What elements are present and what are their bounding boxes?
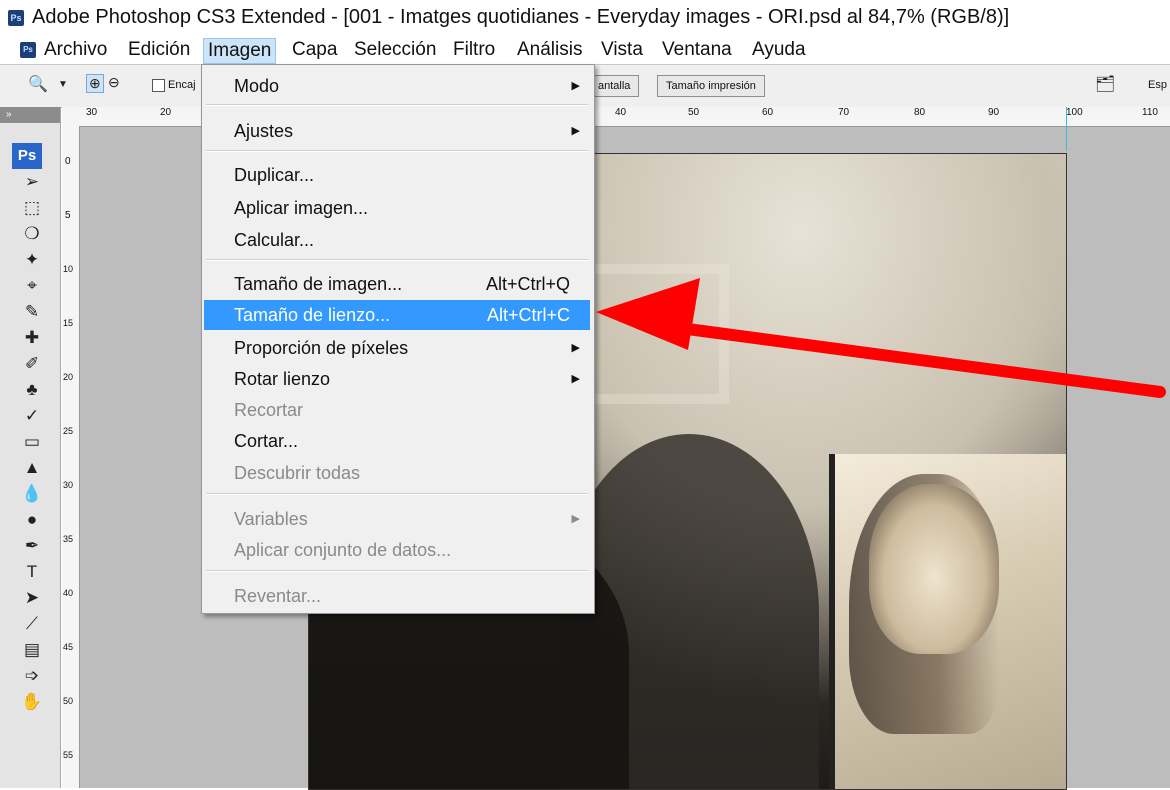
imagen-menu: Modo ▶ Ajustes ▶ Duplicar... Aplicar ima… [201,64,595,614]
ruler-label: 50 [63,696,74,706]
resize-windows-label: Encaj [168,79,196,91]
menu-item-proporcion-pixeles[interactable]: Proporción de píxeles ▶ [204,333,590,363]
ruler-label: 5 [65,210,71,221]
menu-item-rotar-lienzo[interactable]: Rotar lienzo ▶ [204,364,590,394]
menu-item-duplicar[interactable]: Duplicar... [204,160,590,190]
menu-item-ajustes[interactable]: Ajustes ▶ [204,116,590,146]
pen-icon[interactable]: ✒ [12,533,52,559]
guide-line[interactable] [1066,107,1067,151]
menu-item-tamano-imagen[interactable]: Tamaño de imagen... Alt+Ctrl+Q [204,269,590,299]
paint-bucket-icon[interactable]: ▲ [12,455,52,481]
zoom-in-icon[interactable]: ⊕ [86,74,104,93]
ruler-label: 30 [86,107,98,118]
toolbox: » Ps ➢ ⬚ ❍ ✦ ⌖ ✎ ✚ ✐ ♣ ✓ ▭ ▲ 💧 ● ✒ T ➤ ⟋… [0,107,61,788]
print-size-button[interactable]: Tamaño impresión [657,75,765,97]
menu-capa[interactable]: Capa [288,38,341,62]
submenu-arrow-icon: ▶ [571,373,580,385]
ruler-label: 55 [63,750,74,760]
ruler-label: 90 [988,107,1000,118]
menu-item-calcular[interactable]: Calcular... [204,225,590,255]
marquee-icon[interactable]: ⬚ [12,195,52,221]
ruler-label: 40 [63,588,74,598]
type-icon[interactable]: T [12,559,52,585]
submenu-arrow-icon: ▶ [571,513,580,525]
menu-item-reventar: Reventar... [234,586,322,606]
hand-icon[interactable]: ✋ [12,689,52,715]
menu-bar: Ps Archivo Edición Imagen Capa Selección… [0,36,1170,64]
ruler-label: 10 [63,264,74,274]
move-icon[interactable]: ➢ [12,169,52,195]
path-select-icon[interactable]: ➤ [12,585,52,611]
brush-icon[interactable]: ✐ [12,351,52,377]
menu-analisis[interactable]: Análisis [513,38,586,62]
ruler-label: 60 [762,107,774,118]
magic-wand-icon[interactable]: ✦ [12,247,52,273]
ruler-label: 100 [1066,107,1083,118]
slice-icon[interactable]: ✎ [12,299,52,325]
bridge-icon[interactable]: 🗂 [1095,74,1115,94]
menu-item-modo[interactable]: Modo ▶ [204,71,590,101]
ruler-label: 35 [63,534,74,544]
dodge-icon[interactable]: ● [12,507,52,533]
menu-edicion[interactable]: Edición [124,38,194,62]
menu-item-variables: Variables ▶ [204,504,590,534]
menu-item-tamano-lienzo[interactable]: Tamaño de lienzo... Alt+Ctrl+C [204,300,590,330]
app-menu-icon[interactable]: Ps [20,42,36,58]
line-icon[interactable]: ⟋ [12,611,52,637]
vertical-ruler: 0 5 10 15 20 25 30 35 40 45 50 55 [62,126,80,788]
ruler-label: 45 [63,642,74,652]
menu-item-cortar[interactable]: Cortar... [204,426,590,456]
menu-seleccion[interactable]: Selección [350,38,440,62]
ruler-label: 25 [63,426,74,436]
ruler-label: 20 [63,372,74,382]
ruler-label: 50 [688,107,700,118]
menu-archivo[interactable]: Archivo [40,38,111,62]
menu-vista[interactable]: Vista [597,38,647,62]
tool-preset-dropdown-icon[interactable]: ▼ [58,79,68,90]
title-bar: Ps Adobe Photoshop CS3 Extended - [001 -… [0,0,1170,36]
ruler-label: 40 [615,107,627,118]
ruler-label: 80 [914,107,926,118]
zoom-out-icon[interactable]: ⊖ [108,74,120,91]
submenu-arrow-icon: ▶ [571,342,580,354]
ruler-label: 70 [838,107,850,118]
eraser-icon[interactable]: ▭ [12,429,52,455]
window-title: Adobe Photoshop CS3 Extended - [001 - Im… [32,6,1010,28]
lasso-icon[interactable]: ❍ [12,221,52,247]
workspace-label[interactable]: Esp [1140,75,1170,95]
menu-filtro[interactable]: Filtro [449,38,499,62]
healing-icon[interactable]: ✚ [12,325,52,351]
ruler-label: 20 [160,107,172,118]
crop-icon[interactable]: ⌖ [12,273,52,299]
menu-item-recortar: Recortar [234,400,304,420]
history-brush-icon[interactable]: ✓ [12,403,52,429]
zoom-tool-icon[interactable]: 🔍 [28,74,48,94]
notes-icon[interactable]: ▤ [12,637,52,663]
ruler-label: 110 [1142,107,1158,118]
blur-icon[interactable]: 💧 [12,481,52,507]
stamp-icon[interactable]: ♣ [12,377,52,403]
menu-ventana[interactable]: Ventana [658,38,736,62]
menu-imagen[interactable]: Imagen [203,38,277,64]
submenu-arrow-icon: ▶ [571,80,580,92]
resize-windows-checkbox[interactable] [152,79,165,92]
toolbox-collapse-icon[interactable]: » [0,107,60,123]
menu-ayuda[interactable]: Ayuda [748,38,810,62]
photoshop-app-icon: Ps [8,10,24,26]
photoshop-badge[interactable]: Ps [12,143,42,169]
menu-item-aplicar-imagen[interactable]: Aplicar imagen... [204,193,590,223]
ruler-label: 15 [63,318,74,328]
menu-item-aplicar-conjunto-datos: Aplicar conjunto de datos... [234,540,452,560]
submenu-arrow-icon: ▶ [571,125,580,137]
ruler-label: 30 [63,480,74,490]
ruler-label: 0 [65,156,71,167]
menu-item-descubrir-todas: Descubrir todas [234,463,361,483]
eyedropper-icon[interactable]: ➩ [12,663,52,689]
fill-screen-button[interactable]: antalla [590,75,640,97]
